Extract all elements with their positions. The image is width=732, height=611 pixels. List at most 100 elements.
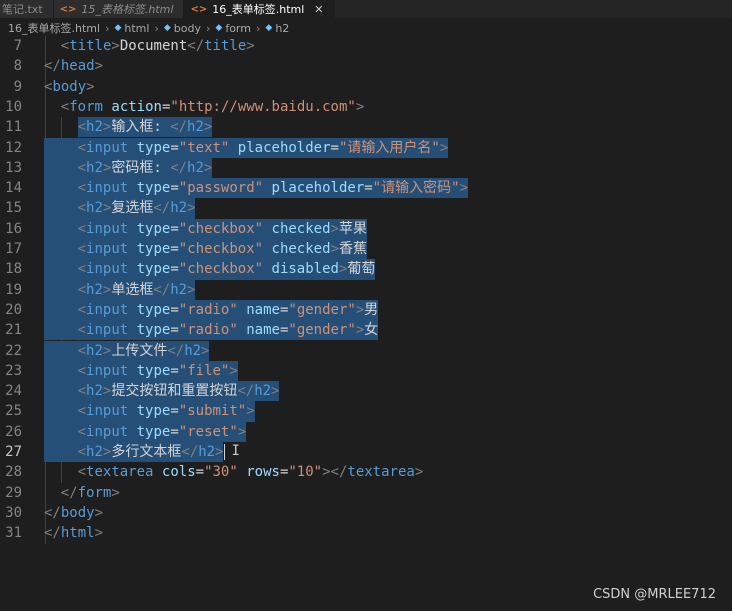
code-line[interactable]: 11 <h2>输入框: </h2> — [0, 117, 732, 137]
code-line[interactable]: 8 </head> — [0, 56, 732, 76]
code-text: <input type="radio" name="gender">女 — [77, 322, 379, 339]
code-text: <h2>提交按钮和重置按钮</h2> — [77, 383, 280, 400]
element-cube-icon: ◆ — [265, 23, 273, 33]
line-number: 20 — [5, 301, 22, 318]
line-number: 7 — [13, 38, 22, 54]
line-number: 17 — [5, 241, 22, 257]
code-text: <input type="checkbox" disabled>葡萄 — [77, 261, 376, 278]
tab-form-tags-html[interactable]: <> 16_表单标签.html ✕ — [184, 0, 335, 18]
code-line[interactable]: 21 <input type="radio" name="gender">女 — [0, 320, 732, 340]
chevron-right-icon: › — [255, 21, 261, 35]
tab-label: 16_表单标签.html — [212, 3, 305, 16]
line-number: 15 — [5, 200, 22, 217]
breadcrumb-item-body[interactable]: › ◆ body — [149, 22, 201, 35]
line-number: 12 — [5, 139, 22, 156]
line-number: 23 — [5, 362, 22, 379]
tab-label: 笔记.txt — [2, 3, 43, 16]
code-text: <h2>上传文件</h2> — [77, 342, 210, 359]
code-text: <input type="file"> — [77, 362, 238, 379]
code-text: <h2>密码框: </h2> — [77, 159, 213, 176]
code-line[interactable]: 13 <h2>密码框: </h2> — [0, 158, 732, 178]
code-line[interactable]: 29 </form> — [0, 483, 732, 503]
line-number: 25 — [5, 403, 22, 420]
code-text: <input type="text" placeholder="请输入用户名"> — [77, 139, 449, 156]
code-line[interactable]: 19 <h2>单选框</h2> — [0, 280, 732, 300]
code-line[interactable]: 28 <textarea cols="30" rows="10"></textar… — [0, 462, 732, 482]
text-cursor — [224, 444, 226, 460]
code-line[interactable]: 26 <input type="reset"> — [0, 422, 732, 442]
code-line[interactable]: 17 <input type="checkbox" checked>香蕉 — [0, 239, 732, 259]
code-text: </form> — [60, 484, 120, 501]
chevron-right-icon: › — [154, 21, 159, 35]
code-line[interactable]: 15 <h2>复选框</h2> — [0, 198, 732, 218]
code-line[interactable]: 9 <body> — [0, 77, 732, 97]
element-cube-icon: ◆ — [163, 23, 171, 33]
breadcrumb-item-html[interactable]: › ◆ html — [100, 22, 149, 35]
code-line[interactable]: 25 <input type="submit"> — [0, 401, 732, 421]
mouse-ibeam-icon: I — [231, 443, 240, 459]
code-text: <input type="password" placeholder="请输入密… — [77, 180, 468, 197]
element-cube-icon: ◆ — [215, 23, 223, 33]
line-number: 19 — [5, 281, 22, 298]
tab-table-tags-html[interactable]: <> 15_表格标签.html — [53, 0, 185, 18]
code-line[interactable]: 12 <input type="text" placeholder="请输入用户名… — [0, 138, 732, 158]
code-text: <h2>复选框</h2> — [77, 200, 196, 217]
breadcrumb-item-label: h2 — [275, 21, 290, 35]
breadcrumb-item-label: html — [124, 21, 150, 35]
line-number: 8 — [13, 58, 22, 75]
line-number: 16 — [5, 220, 22, 237]
code-text: <form action="http://www.baidu.com"> — [60, 98, 365, 115]
code-line[interactable]: 10 <form action="http://www.baidu.com"> — [0, 97, 732, 117]
line-number: 14 — [5, 180, 22, 197]
line-number: 21 — [5, 322, 22, 339]
line-number: 22 — [5, 342, 22, 359]
code-line[interactable]: 24 <h2>提交按钮和重置按钮</h2> — [0, 381, 732, 401]
code-line[interactable]: 31 </html> — [0, 523, 732, 543]
code-text: <textarea cols="30" rows="10"></textarea… — [77, 464, 424, 481]
line-number: 28 — [5, 464, 22, 481]
code-line[interactable]: 14 <input type="password" placeholder="请输… — [0, 178, 732, 198]
code-text: <input type="radio" name="gender">男 — [77, 301, 379, 318]
breadcrumb-item-label: form — [225, 21, 251, 35]
code-text: <title>Document</title> — [60, 38, 255, 54]
code-line[interactable]: 30 </body> — [0, 503, 732, 523]
line-number: 13 — [5, 159, 22, 176]
code-line[interactable]: 20 <input type="radio" name="gender">男 — [0, 300, 732, 320]
tab-label: 15_表格标签.html — [81, 3, 174, 16]
close-icon[interactable]: ✕ — [314, 3, 323, 16]
breadcrumb: 16_表单标签.html › ◆ html › ◆ body › ◆ form … — [0, 20, 732, 36]
line-number: 10 — [5, 98, 22, 115]
breadcrumb-item-h2[interactable]: › ◆ h2 — [251, 22, 289, 35]
tab-notes-txt[interactable]: 笔记.txt — [0, 0, 54, 18]
breadcrumb-file-label: 16_表单标签.html — [8, 22, 101, 35]
code-text: <input type="submit"> — [77, 403, 255, 420]
tab-bar: 笔记.txt <> 15_表格标签.html <> 16_表单标签.html ✕ — [0, 0, 732, 18]
code-text: <h2>单选框</h2> — [77, 281, 196, 298]
code-text: <h2>输入框: </h2> — [77, 119, 213, 136]
chevron-right-icon: › — [206, 21, 211, 35]
code-line[interactable]: 23 <input type="file"> — [0, 361, 732, 381]
code-line[interactable]: 27 <h2>多行文本框</h2> — [0, 442, 732, 462]
element-cube-icon: ◆ — [114, 23, 122, 33]
watermark: CSDN @MRLEE712 — [593, 587, 716, 602]
code-line[interactable]: 22 <h2>上传文件</h2> — [0, 341, 732, 361]
html-file-icon: <> — [59, 3, 77, 15]
breadcrumb-item-form[interactable]: › ◆ form — [201, 22, 251, 35]
line-number: 18 — [5, 261, 22, 278]
code-line[interactable]: 16 <input type="checkbox" checked>苹果 — [0, 219, 732, 239]
code-text: </head> — [44, 58, 104, 75]
code-line[interactable]: 18 <input type="checkbox" disabled>葡萄 — [0, 259, 732, 279]
html-file-icon: <> — [190, 3, 208, 15]
line-number: 27 — [5, 444, 22, 460]
code-line[interactable]: 7 <title>Document</title> — [0, 36, 732, 56]
line-number: 11 — [5, 119, 22, 136]
breadcrumb-file[interactable]: 16_表单标签.html — [8, 20, 100, 36]
code-text: <input type="checkbox" checked>苹果 — [77, 220, 367, 237]
code-editor[interactable]: 7 <title>Document</title> 8 </head> 9 <body> 1… — [0, 36, 732, 611]
code-text: </body> — [44, 504, 104, 521]
line-number: 31 — [5, 525, 22, 542]
line-number: 30 — [5, 504, 22, 521]
chevron-right-icon: › — [105, 21, 110, 35]
code-text: <input type="reset"> — [77, 423, 247, 440]
code-text: <input type="checkbox" checked>香蕉 — [77, 241, 367, 257]
